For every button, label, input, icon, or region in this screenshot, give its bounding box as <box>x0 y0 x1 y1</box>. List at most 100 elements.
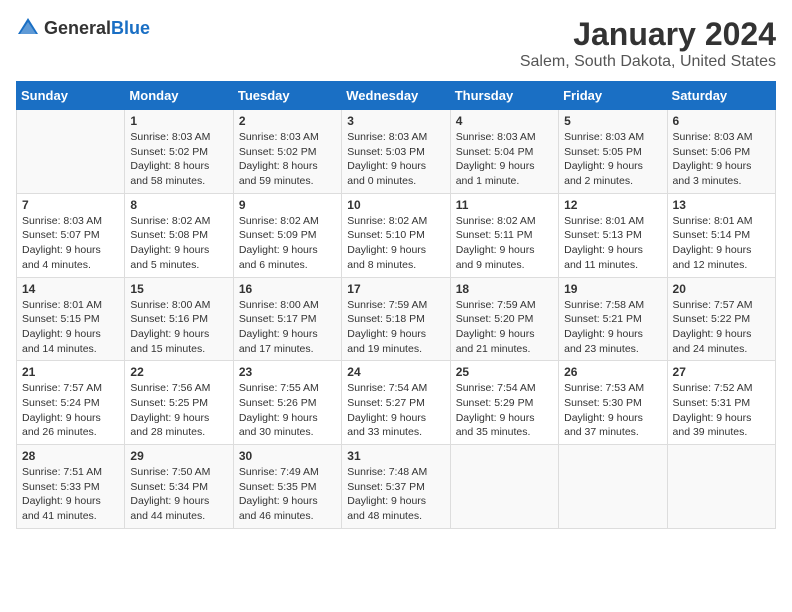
day-info: Sunrise: 8:03 AM Sunset: 5:04 PM Dayligh… <box>456 130 553 189</box>
day-number: 12 <box>564 198 661 212</box>
day-number: 19 <box>564 282 661 296</box>
calendar-cell <box>559 445 667 529</box>
col-header-monday: Monday <box>125 82 233 110</box>
day-info: Sunrise: 8:01 AM Sunset: 5:15 PM Dayligh… <box>22 298 119 357</box>
calendar-cell: 29Sunrise: 7:50 AM Sunset: 5:34 PM Dayli… <box>125 445 233 529</box>
day-number: 5 <box>564 114 661 128</box>
day-number: 9 <box>239 198 336 212</box>
day-info: Sunrise: 7:49 AM Sunset: 5:35 PM Dayligh… <box>239 465 336 524</box>
day-info: Sunrise: 7:57 AM Sunset: 5:22 PM Dayligh… <box>673 298 770 357</box>
calendar-cell: 6 Sunrise: 8:03 AM Sunset: 5:06 PM Daylig… <box>667 110 775 194</box>
day-number: 13 <box>673 198 770 212</box>
day-info: Sunrise: 8:02 AM Sunset: 5:09 PM Dayligh… <box>239 214 336 273</box>
day-info: Sunrise: 8:03 AM Sunset: 5:06 PM Dayligh… <box>673 130 770 189</box>
week-row-5: 28Sunrise: 7:51 AM Sunset: 5:33 PM Dayli… <box>17 445 776 529</box>
calendar-cell: 14 Sunrise: 8:01 AM Sunset: 5:15 PM Dayli… <box>17 277 125 361</box>
day-number: 22 <box>130 365 227 379</box>
day-info: Sunrise: 8:03 AM Sunset: 5:07 PM Dayligh… <box>22 214 119 273</box>
logo-text: GeneralBlue <box>44 18 150 39</box>
calendar-cell: 10Sunrise: 8:02 AM Sunset: 5:10 PM Dayli… <box>342 193 450 277</box>
logo-icon <box>16 16 40 40</box>
calendar-cell: 5Sunrise: 8:03 AM Sunset: 5:05 PM Daylig… <box>559 110 667 194</box>
day-number: 27 <box>673 365 770 379</box>
header: GeneralBlue January 2024 Salem, South Da… <box>16 16 776 71</box>
calendar-cell <box>450 445 558 529</box>
title-area: January 2024 Salem, South Dakota, United… <box>520 16 776 71</box>
day-number: 21 <box>22 365 119 379</box>
week-row-1: 1 Sunrise: 8:03 AM Sunset: 5:02 PM Daylig… <box>17 110 776 194</box>
calendar-cell: 22 Sunrise: 7:56 AM Sunset: 5:25 PM Dayli… <box>125 361 233 445</box>
day-info: Sunrise: 7:53 AM Sunset: 5:30 PM Dayligh… <box>564 381 661 440</box>
day-info: Sunrise: 8:01 AM Sunset: 5:13 PM Dayligh… <box>564 214 661 273</box>
calendar-cell: 8 Sunrise: 8:02 AM Sunset: 5:08 PM Daylig… <box>125 193 233 277</box>
calendar-cell: 31 Sunrise: 7:48 AM Sunset: 5:37 PM Dayli… <box>342 445 450 529</box>
calendar-cell: 2 Sunrise: 8:03 AM Sunset: 5:02 PM Daylig… <box>233 110 341 194</box>
calendar-cell: 25 Sunrise: 7:54 AM Sunset: 5:29 PM Dayli… <box>450 361 558 445</box>
col-header-wednesday: Wednesday <box>342 82 450 110</box>
day-number: 24 <box>347 365 444 379</box>
day-number: 3 <box>347 114 444 128</box>
calendar-cell: 15 Sunrise: 8:00 AM Sunset: 5:16 PM Dayli… <box>125 277 233 361</box>
calendar-cell <box>17 110 125 194</box>
day-info: Sunrise: 7:48 AM Sunset: 5:37 PM Dayligh… <box>347 465 444 524</box>
col-header-sunday: Sunday <box>17 82 125 110</box>
day-info: Sunrise: 8:02 AM Sunset: 5:11 PM Dayligh… <box>456 214 553 273</box>
calendar-cell: 21 Sunrise: 7:57 AM Sunset: 5:24 PM Dayli… <box>17 361 125 445</box>
day-info: Sunrise: 8:00 AM Sunset: 5:16 PM Dayligh… <box>130 298 227 357</box>
day-info: Sunrise: 7:56 AM Sunset: 5:25 PM Dayligh… <box>130 381 227 440</box>
col-header-saturday: Saturday <box>667 82 775 110</box>
day-number: 7 <box>22 198 119 212</box>
calendar-cell: 18 Sunrise: 7:59 AM Sunset: 5:20 PM Dayli… <box>450 277 558 361</box>
calendar-cell: 27 Sunrise: 7:52 AM Sunset: 5:31 PM Dayli… <box>667 361 775 445</box>
day-info: Sunrise: 7:50 AM Sunset: 5:34 PM Dayligh… <box>130 465 227 524</box>
day-info: Sunrise: 8:03 AM Sunset: 5:02 PM Dayligh… <box>239 130 336 189</box>
day-info: Sunrise: 7:59 AM Sunset: 5:20 PM Dayligh… <box>456 298 553 357</box>
day-number: 14 <box>22 282 119 296</box>
calendar-subtitle: Salem, South Dakota, United States <box>520 53 776 71</box>
day-info: Sunrise: 7:54 AM Sunset: 5:27 PM Dayligh… <box>347 381 444 440</box>
calendar-cell: 19Sunrise: 7:58 AM Sunset: 5:21 PM Dayli… <box>559 277 667 361</box>
day-number: 6 <box>673 114 770 128</box>
calendar-cell: 17 Sunrise: 7:59 AM Sunset: 5:18 PM Dayli… <box>342 277 450 361</box>
day-info: Sunrise: 7:54 AM Sunset: 5:29 PM Dayligh… <box>456 381 553 440</box>
logo: GeneralBlue <box>16 16 150 40</box>
day-info: Sunrise: 7:55 AM Sunset: 5:26 PM Dayligh… <box>239 381 336 440</box>
day-number: 17 <box>347 282 444 296</box>
day-info: Sunrise: 8:03 AM Sunset: 5:02 PM Dayligh… <box>130 130 227 189</box>
col-header-friday: Friday <box>559 82 667 110</box>
day-info: Sunrise: 8:03 AM Sunset: 5:03 PM Dayligh… <box>347 130 444 189</box>
calendar-cell: 23 Sunrise: 7:55 AM Sunset: 5:26 PM Dayli… <box>233 361 341 445</box>
calendar-title: January 2024 <box>520 16 776 53</box>
day-info: Sunrise: 8:01 AM Sunset: 5:14 PM Dayligh… <box>673 214 770 273</box>
col-header-tuesday: Tuesday <box>233 82 341 110</box>
day-number: 18 <box>456 282 553 296</box>
day-info: Sunrise: 7:52 AM Sunset: 5:31 PM Dayligh… <box>673 381 770 440</box>
calendar-cell <box>667 445 775 529</box>
day-number: 23 <box>239 365 336 379</box>
day-number: 30 <box>239 449 336 463</box>
calendar-cell: 12 Sunrise: 8:01 AM Sunset: 5:13 PM Dayli… <box>559 193 667 277</box>
calendar-cell: 28Sunrise: 7:51 AM Sunset: 5:33 PM Dayli… <box>17 445 125 529</box>
calendar-cell: 24 Sunrise: 7:54 AM Sunset: 5:27 PM Dayli… <box>342 361 450 445</box>
day-number: 31 <box>347 449 444 463</box>
day-number: 28 <box>22 449 119 463</box>
day-number: 8 <box>130 198 227 212</box>
day-number: 20 <box>673 282 770 296</box>
day-number: 25 <box>456 365 553 379</box>
day-info: Sunrise: 8:02 AM Sunset: 5:10 PM Dayligh… <box>347 214 444 273</box>
day-number: 1 <box>130 114 227 128</box>
day-number: 2 <box>239 114 336 128</box>
day-info: Sunrise: 7:59 AM Sunset: 5:18 PM Dayligh… <box>347 298 444 357</box>
day-number: 4 <box>456 114 553 128</box>
day-info: Sunrise: 8:02 AM Sunset: 5:08 PM Dayligh… <box>130 214 227 273</box>
day-number: 16 <box>239 282 336 296</box>
calendar-cell: 3 Sunrise: 8:03 AM Sunset: 5:03 PM Daylig… <box>342 110 450 194</box>
col-header-thursday: Thursday <box>450 82 558 110</box>
day-info: Sunrise: 8:00 AM Sunset: 5:17 PM Dayligh… <box>239 298 336 357</box>
week-row-4: 21 Sunrise: 7:57 AM Sunset: 5:24 PM Dayli… <box>17 361 776 445</box>
day-number: 15 <box>130 282 227 296</box>
calendar-cell: 11Sunrise: 8:02 AM Sunset: 5:11 PM Dayli… <box>450 193 558 277</box>
day-number: 26 <box>564 365 661 379</box>
calendar-cell: 7 Sunrise: 8:03 AM Sunset: 5:07 PM Daylig… <box>17 193 125 277</box>
day-info: Sunrise: 7:57 AM Sunset: 5:24 PM Dayligh… <box>22 381 119 440</box>
